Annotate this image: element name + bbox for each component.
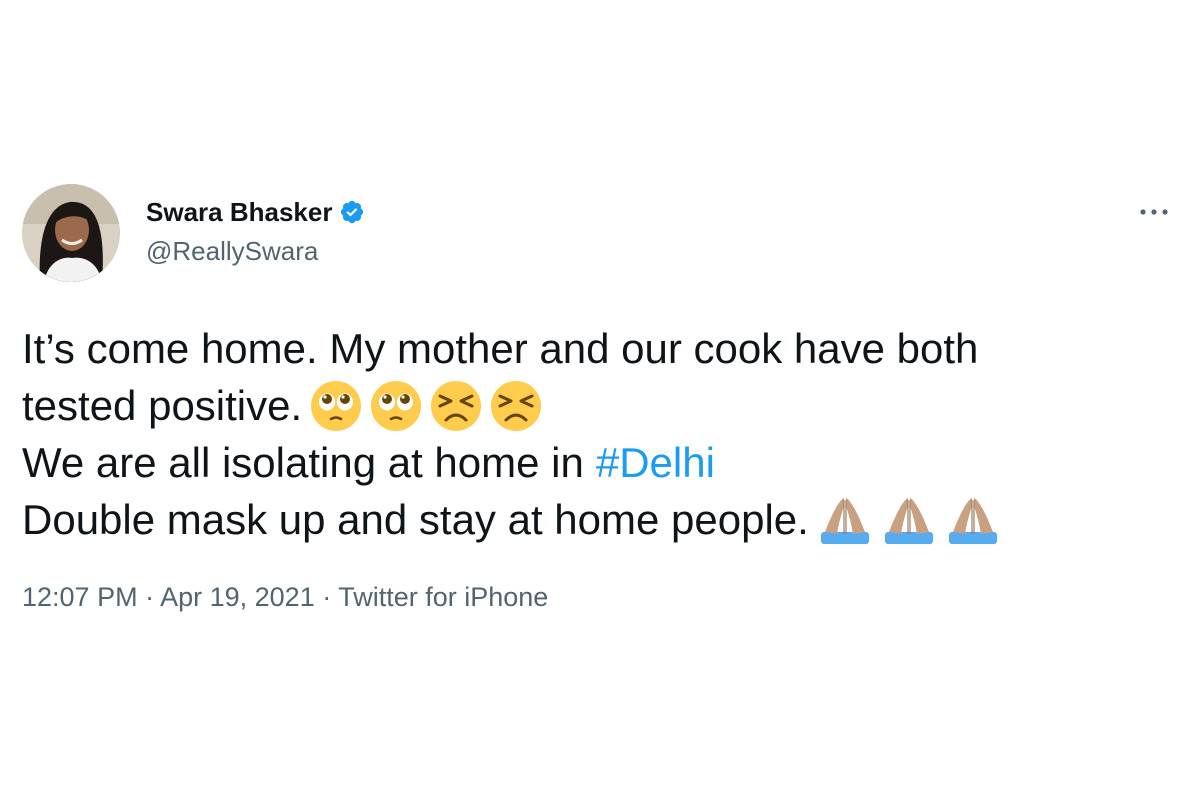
persevering-face-icon [490,380,542,432]
avatar[interactable] [22,184,120,282]
tweet-text: It’s come home. My mother and our cook h… [22,320,1172,548]
tweet-line-4: Double mask up and stay at home people. [22,491,1172,548]
persevering-face-icon [430,380,482,432]
tweet-date[interactable]: Apr 19, 2021 [160,582,315,612]
pleading-face-icon [370,380,422,432]
folded-hands-icon [945,494,1001,546]
avatar-image [22,184,120,282]
tweet-line-3-text: We are all isolating at home in [22,439,584,486]
pleading-face-icon [310,380,362,432]
tweet-card: Swara Bhasker @ReallySwara It’s come hom… [22,184,1182,624]
meta-separator: · [314,582,339,612]
tweet-time[interactable]: 12:07 PM [22,582,138,612]
display-name[interactable]: Swara Bhasker [146,197,332,228]
meta-separator: · [137,582,161,612]
folded-hands-icon [881,494,937,546]
author-block: Swara Bhasker @ReallySwara [146,194,365,267]
folded-hands-icon [817,494,873,546]
more-options-icon[interactable] [1134,200,1174,224]
name-row: Swara Bhasker [146,194,365,230]
tweet-line-4-text: Double mask up and stay at home people. [22,496,809,543]
tweet-metadata: 12:07 PM · Apr 19, 2021 · Twitter for iP… [22,582,548,613]
hashtag-link[interactable]: #Delhi [596,434,715,491]
verified-badge-icon [339,199,365,225]
tweet-source[interactable]: Twitter for iPhone [338,582,548,612]
tweet-line-3: We are all isolating at home in #Delhi [22,434,1172,491]
tweet-line-2-text: tested positive. [22,382,303,429]
user-handle[interactable]: @ReallySwara [146,236,365,267]
tweet-line-2: tested positive. [22,377,1172,434]
tweet-line-1: It’s come home. My mother and our cook h… [22,320,1172,377]
tweet-line-1-text: It’s come home. My mother and our cook h… [22,325,979,372]
